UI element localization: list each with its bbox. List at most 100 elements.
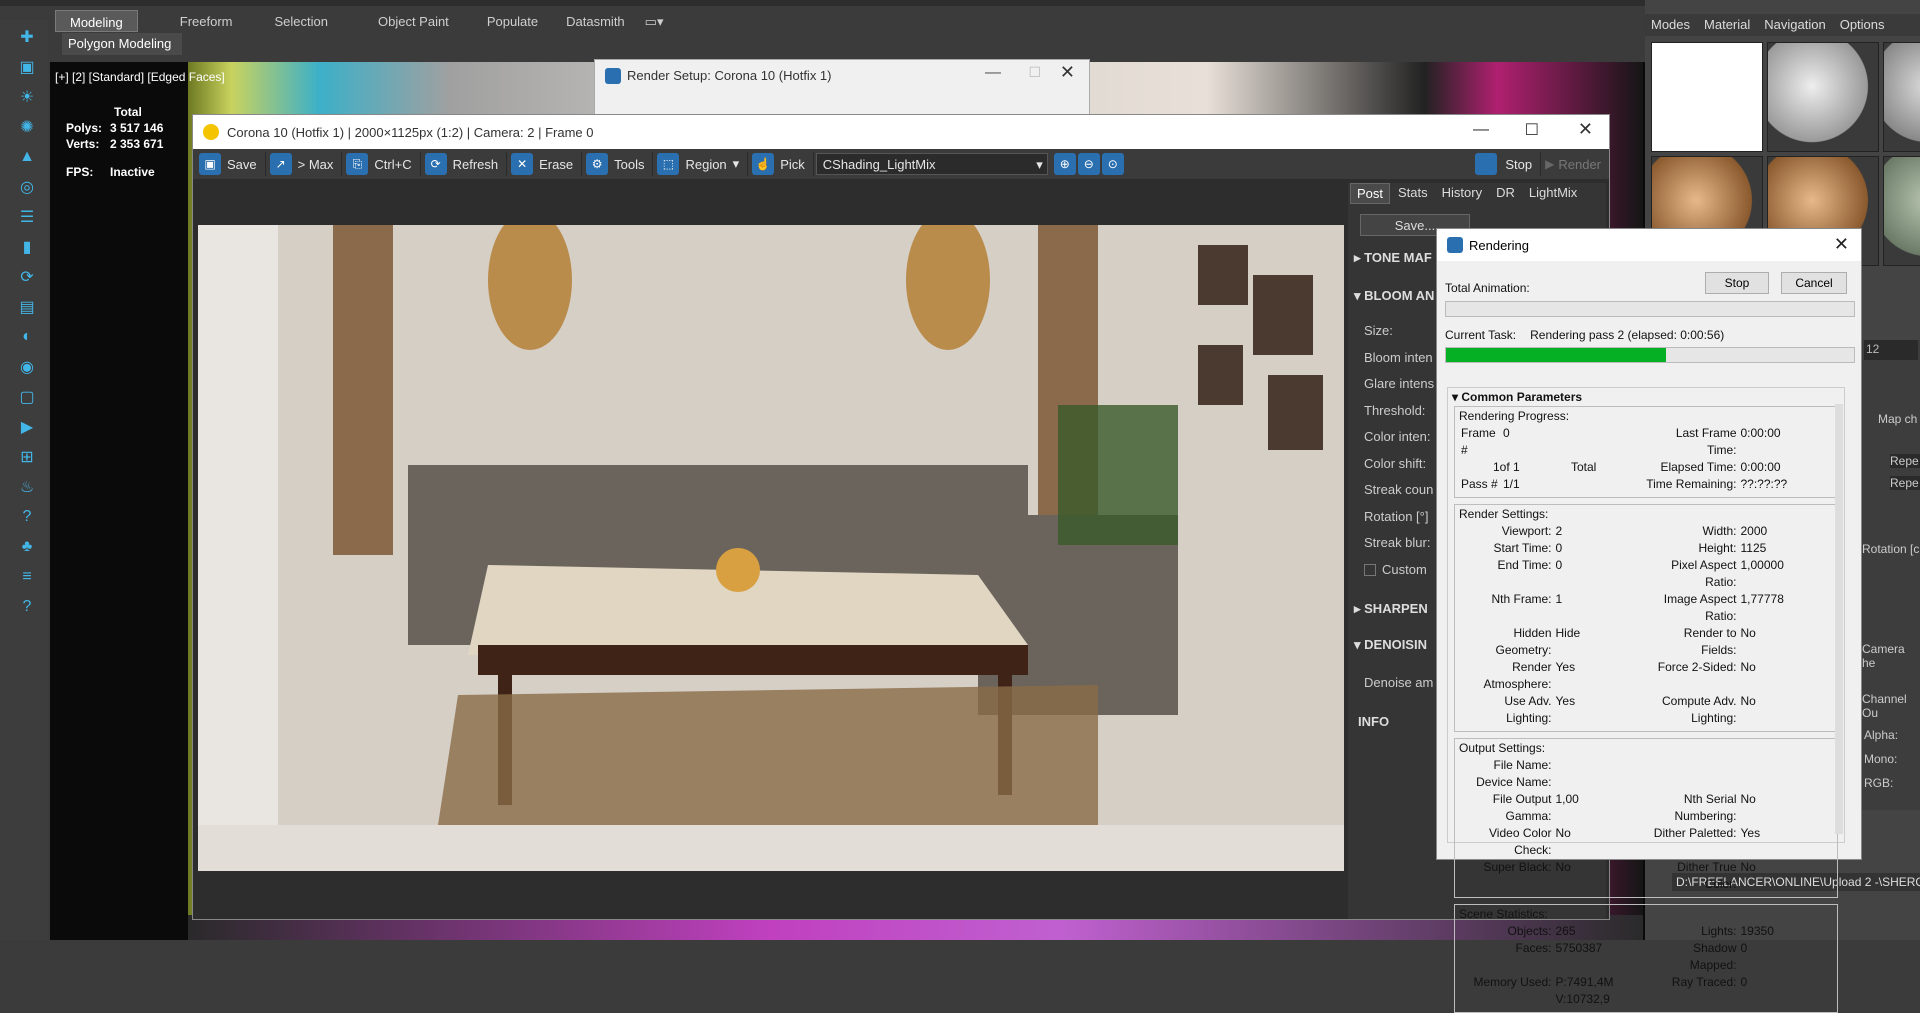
refresh-button[interactable]: ⟳ Refresh xyxy=(423,152,508,176)
material-slot-1[interactable] xyxy=(1651,42,1763,152)
scene-stat-key: Shadow Mapped: xyxy=(1689,941,1737,972)
vfb-icon[interactable]: ⊞ xyxy=(14,444,40,470)
menu-options[interactable]: Options xyxy=(1840,17,1885,33)
output-settings-rows: File Output Gamma: 1,00 Nth Serial Numberi… xyxy=(1461,791,1831,893)
tools-button[interactable]: ⚙ Tools xyxy=(584,152,654,176)
erase-icon: ✕ xyxy=(511,153,534,175)
output-setting-key: Video Color Check: xyxy=(1489,826,1552,857)
param-repeat-2[interactable]: Repe xyxy=(1890,476,1920,490)
menu-material[interactable]: Material xyxy=(1704,17,1750,33)
corona-icon xyxy=(605,68,621,84)
ribbon-options-icon[interactable]: ▭▾ xyxy=(639,10,670,32)
tab-selection[interactable]: Selection xyxy=(261,10,342,32)
material-slot-3[interactable] xyxy=(1883,42,1920,152)
render-setting-key: Compute Adv. Lighting: xyxy=(1662,694,1737,725)
render-setup-window: Render Setup: Corona 10 (Hotfix 1) — ☐ ✕ xyxy=(594,59,1090,119)
close-icon[interactable]: ✕ xyxy=(1060,62,1075,83)
subtab-polygon-modeling[interactable]: Polygon Modeling xyxy=(62,33,182,55)
param-rotation: Rotation [c xyxy=(1862,542,1920,556)
render-button[interactable]: Render xyxy=(1558,157,1601,172)
param-repeat-1[interactable]: Repe xyxy=(1890,454,1920,468)
cancel-button[interactable]: Cancel xyxy=(1781,272,1847,294)
camera-icon[interactable]: ▣ xyxy=(14,54,40,80)
param-rgb: RGB: xyxy=(1864,776,1894,790)
output-setting-value: No xyxy=(1555,826,1571,840)
stop-icon xyxy=(1475,153,1498,175)
menu-modes[interactable]: Modes xyxy=(1651,17,1690,33)
render-setting-key: Pixel Aspect Ratio: xyxy=(1671,558,1737,589)
params-scrollbar[interactable] xyxy=(1835,404,1843,834)
render-setting-key: Width: xyxy=(1702,524,1737,538)
stop-button[interactable]: Stop xyxy=(1705,272,1769,294)
output-setting-row: File Output Gamma: 1,00 Nth Serial Numberi… xyxy=(1461,791,1831,825)
render-element-select[interactable]: CShading_LightMix ▾ xyxy=(815,153,1048,175)
region-button[interactable]: ⬚ Region ▾ xyxy=(655,152,749,176)
max-icon: ↗ xyxy=(269,153,292,175)
material-slot-6[interactable] xyxy=(1883,156,1920,266)
tab-freeform[interactable]: Freeform xyxy=(166,10,247,32)
sun-icon[interactable]: ✺ xyxy=(14,114,40,140)
save-button[interactable]: ▣ Save xyxy=(197,152,266,176)
tree-icon[interactable]: ▲ xyxy=(14,144,40,170)
tab-populate[interactable]: Populate xyxy=(473,10,552,32)
erase-button[interactable]: ✕ Erase xyxy=(509,152,583,176)
tab-history[interactable]: History xyxy=(1436,183,1488,204)
scene-stat-value: 5750387 xyxy=(1555,941,1603,955)
palette-icon[interactable]: ◐ xyxy=(14,324,40,350)
tab-lightmix[interactable]: LightMix xyxy=(1523,183,1583,204)
tab-object-paint[interactable]: Object Paint xyxy=(364,10,463,32)
create-icon[interactable]: ✚ xyxy=(14,24,40,50)
render-frame-icon[interactable]: ▶ xyxy=(14,414,40,440)
tab-post[interactable]: Post xyxy=(1350,183,1391,204)
scene-statistics-title: Scene Statistics: xyxy=(1459,907,1548,921)
render-setting-key: Force 2-Sided: xyxy=(1657,660,1737,674)
common-params-title[interactable]: ▾ Common Parameters xyxy=(1448,388,1844,406)
pick-button[interactable]: ☝ Pick xyxy=(750,152,814,176)
rendered-scene xyxy=(198,210,1344,871)
tab-modeling[interactable]: Modeling xyxy=(55,10,138,32)
scene-stat-value: 19350 xyxy=(1740,924,1774,938)
help-icon[interactable]: ? xyxy=(14,504,40,530)
close-icon[interactable]: ✕ xyxy=(1578,119,1593,140)
zoom-out-icon[interactable]: ⊖ xyxy=(1077,153,1100,175)
material-slot-2[interactable] xyxy=(1767,42,1879,152)
notes-icon[interactable]: ≡ xyxy=(14,564,40,590)
frame-icon[interactable]: ▢ xyxy=(14,384,40,410)
tab-dr[interactable]: DR xyxy=(1490,183,1521,204)
help2-icon[interactable]: ? xyxy=(14,594,40,620)
maximize-icon[interactable]: ☐ xyxy=(1525,120,1539,140)
right-params-strip: 12 Map ch Repe Repe Rotation [c Camera h… xyxy=(1862,340,1920,810)
to-max-button[interactable]: ↗ > Max xyxy=(268,152,343,176)
light-icon[interactable]: ☀ xyxy=(14,84,40,110)
current-task: Current Task: Rendering pass 2 (elapsed:… xyxy=(1445,328,1724,342)
rotate-icon[interactable]: ⟳ xyxy=(14,264,40,290)
viewport-label[interactable]: [+] [2] [Standard] [Edged Faces] xyxy=(55,70,225,84)
ribbon-tabs: Modeling Freeform Selection Object Paint… xyxy=(55,10,669,32)
copy-button[interactable]: ⎘ Ctrl+C xyxy=(344,152,421,176)
close-icon[interactable]: ✕ xyxy=(1834,234,1849,255)
layers-icon[interactable]: ▤ xyxy=(14,294,40,320)
frame-buffer-titlebar: Corona 10 (Hotfix 1) | 2000×1125px (1:2)… xyxy=(193,115,1609,149)
select-icon[interactable]: ◎ xyxy=(14,174,40,200)
rendered-image[interactable] xyxy=(198,210,1344,871)
bottle-icon[interactable]: ▮ xyxy=(14,234,40,260)
list-icon[interactable]: ☰ xyxy=(14,204,40,230)
zoom-in-icon[interactable]: ⊕ xyxy=(1053,153,1076,175)
menu-navigation[interactable]: Navigation xyxy=(1764,17,1825,33)
tab-stats[interactable]: Stats xyxy=(1392,183,1434,204)
bulb-icon[interactable]: ◉ xyxy=(14,354,40,380)
copy-icon: ⎘ xyxy=(346,153,369,175)
param-value-12[interactable]: 12 xyxy=(1864,340,1918,360)
render-setting-row: Render Atmosphere: Yes Force 2-Sided: No xyxy=(1461,659,1831,693)
zoom-fit-icon[interactable]: ⊙ xyxy=(1101,153,1124,175)
maximize-icon[interactable]: ☐ xyxy=(1028,64,1041,81)
scatter-icon[interactable]: ♣ xyxy=(14,534,40,560)
render-setting-value: Yes xyxy=(1555,660,1576,674)
minimize-icon[interactable]: — xyxy=(985,64,1001,82)
tab-datasmith[interactable]: Datasmith xyxy=(552,10,639,32)
minimize-icon[interactable]: — xyxy=(1473,121,1489,139)
render-setting-row: End Time: 0 Pixel Aspect Ratio: 1,00000 xyxy=(1461,557,1831,591)
stop-button[interactable]: Stop xyxy=(1501,152,1542,176)
corona-logo-icon xyxy=(203,124,219,140)
teapot-icon[interactable]: ♨ xyxy=(14,474,40,500)
